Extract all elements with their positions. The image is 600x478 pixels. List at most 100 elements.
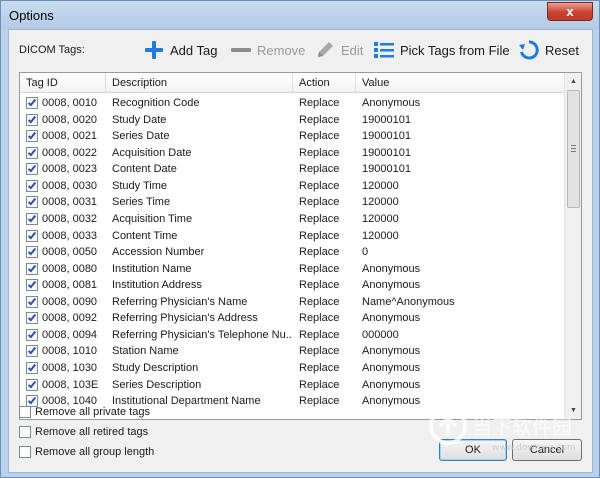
description-cell: Referring Physician's Address — [112, 312, 258, 325]
column-header-value[interactable]: Value — [356, 73, 565, 93]
row-checkbox[interactable] — [26, 295, 38, 308]
action-cell: Replace — [299, 279, 340, 292]
checkmark-icon — [27, 346, 37, 355]
value-cell: 19000101 — [362, 146, 411, 159]
table-header: Tag ID Description Action Value — [20, 73, 565, 93]
table-row[interactable]: 0008, 0092 Referring Physician's Address R… — [20, 310, 565, 327]
table-row[interactable]: 0008, 0010 Recognition Code Replace Anonymo… — [20, 95, 565, 112]
action-cell: Replace — [299, 328, 340, 341]
column-header-tag-id[interactable]: Tag ID — [20, 73, 106, 93]
value-cell: 120000 — [362, 196, 399, 209]
checkmark-icon — [27, 247, 37, 256]
row-checkbox[interactable] — [26, 113, 38, 126]
action-cell: Replace — [299, 113, 340, 126]
checkmark-icon — [27, 114, 37, 123]
reset-label: Reset — [545, 42, 579, 58]
row-checkbox[interactable] — [26, 378, 38, 391]
row-checkbox[interactable] — [26, 163, 38, 176]
remove-private-tags-option[interactable]: Remove all private tags — [19, 404, 150, 420]
toolbar: DICOM Tags: Add Tag Remove Edit Pick Tag… — [9, 30, 592, 68]
value-cell: 0 — [362, 246, 369, 259]
table-row[interactable]: 0008, 0094 Referring Physician's Telephon… — [20, 327, 565, 344]
checkmark-icon — [27, 213, 37, 223]
pencil-icon — [314, 39, 336, 61]
title-bar[interactable]: Options x — [1, 1, 599, 29]
row-checkbox[interactable] — [26, 196, 38, 209]
description-cell: Institution Name — [112, 262, 192, 275]
plus-icon — [143, 39, 165, 61]
add-tag-button[interactable]: Add Tag — [143, 38, 217, 62]
table-row[interactable]: 0008, 0022 Acquisition Date Replace 1900010… — [20, 145, 565, 162]
table-row[interactable]: 0008, 0032 Acquisition Time Replace 120000 — [20, 211, 565, 228]
tag-id-cell: 0008, 1030 — [42, 362, 98, 374]
reset-button[interactable]: Reset — [518, 38, 579, 62]
table-row[interactable]: 0008, 0030 Study Time Replace 120000 — [20, 178, 565, 195]
action-cell: Replace — [299, 229, 340, 242]
row-checkbox[interactable] — [26, 279, 38, 292]
dicom-tags-label: DICOM Tags: — [19, 44, 85, 56]
value-cell: Anonymous — [362, 312, 421, 325]
description-cell: Referring Physician's Telephone Nu... — [112, 328, 292, 341]
ok-button[interactable]: OK — [439, 439, 507, 461]
row-checkbox[interactable] — [26, 229, 38, 242]
remove-group-length-label: Remove all group length — [35, 446, 155, 458]
row-checkbox[interactable] — [26, 262, 38, 275]
row-checkbox[interactable] — [26, 246, 38, 259]
value-cell: Anonymous — [362, 345, 421, 358]
row-checkbox[interactable] — [26, 97, 38, 109]
value-cell: 120000 — [362, 229, 399, 242]
table-row[interactable]: 0008, 1030 Study Description Replace Anonym… — [20, 360, 565, 377]
checkmark-icon — [27, 263, 37, 272]
row-checkbox[interactable] — [26, 328, 38, 341]
value-cell: 19000101 — [362, 163, 411, 176]
edit-button[interactable]: Edit — [314, 38, 363, 62]
action-cell: Replace — [299, 362, 340, 374]
vertical-scrollbar[interactable]: ▲ ▼ — [564, 73, 581, 419]
row-checkbox[interactable] — [26, 362, 38, 374]
row-checkbox[interactable] — [26, 212, 38, 225]
minus-icon — [230, 39, 252, 61]
edit-label: Edit — [341, 42, 364, 58]
remove-retired-tags-label: Remove all retired tags — [35, 426, 149, 438]
description-cell: Study Time — [112, 179, 168, 192]
table-row[interactable]: 0008, 1010 Station Name Replace Anonymous — [20, 343, 565, 360]
checkmark-icon — [27, 180, 37, 190]
row-checkbox[interactable] — [26, 345, 38, 358]
remove-group-length-checkbox[interactable] — [19, 446, 31, 458]
remove-private-tags-checkbox[interactable] — [19, 406, 31, 418]
remove-retired-tags-checkbox[interactable] — [19, 426, 31, 438]
action-cell: Replace — [299, 97, 340, 109]
table-row[interactable]: 0008, 0020 Study Date Replace 19000101 — [20, 112, 565, 129]
table-row[interactable]: 0008, 0033 Content Time Replace 120000 — [20, 228, 565, 245]
remove-button[interactable]: Remove — [230, 38, 305, 62]
table-row[interactable]: 0008, 0090 Referring Physician's Name Repl… — [20, 294, 565, 311]
table-row[interactable]: 0008, 0050 Accession Number Replace 0 — [20, 244, 565, 261]
table-row[interactable]: 0008, 0023 Content Date Replace 19000101 — [20, 161, 565, 178]
tag-id-cell: 0008, 0080 — [42, 262, 98, 275]
row-checkbox[interactable] — [26, 179, 38, 192]
pick-tags-button[interactable]: Pick Tags from File — [373, 38, 510, 62]
action-cell: Replace — [299, 212, 340, 225]
column-header-action[interactable]: Action — [293, 73, 356, 93]
checkmark-icon — [27, 363, 37, 372]
cancel-button[interactable]: Cancel — [512, 439, 582, 461]
table-row[interactable]: 0008, 0080 Institution Name Replace Anonymo… — [20, 261, 565, 278]
column-header-description[interactable]: Description — [106, 73, 293, 93]
remove-group-length-option[interactable]: Remove all group length — [19, 444, 154, 460]
row-checkbox[interactable] — [26, 146, 38, 159]
scroll-down-arrow-icon[interactable]: ▼ — [565, 402, 582, 419]
table-row[interactable]: 0008, 0031 Series Time Replace 120000 — [20, 194, 565, 211]
checkmark-icon — [27, 98, 37, 107]
checkmark-icon — [27, 230, 37, 239]
dicom-tags-table: Tag ID Description Action Value 0008, 00… — [19, 72, 582, 420]
close-button[interactable]: x — [547, 2, 593, 21]
scrollbar-thumb[interactable] — [567, 90, 580, 208]
remove-retired-tags-option[interactable]: Remove all retired tags — [19, 424, 148, 440]
checkmark-icon — [27, 197, 37, 206]
table-row[interactable]: 0008, 0081 Institution Address Replace Anon… — [20, 277, 565, 294]
row-checkbox[interactable] — [26, 312, 38, 325]
table-row[interactable]: 0008, 0021 Series Date Replace 19000101 — [20, 128, 565, 145]
row-checkbox[interactable] — [26, 130, 38, 143]
scroll-up-arrow-icon[interactable]: ▲ — [565, 73, 582, 90]
table-row[interactable]: 0008, 103E Series Description Replace Anony… — [20, 377, 565, 394]
